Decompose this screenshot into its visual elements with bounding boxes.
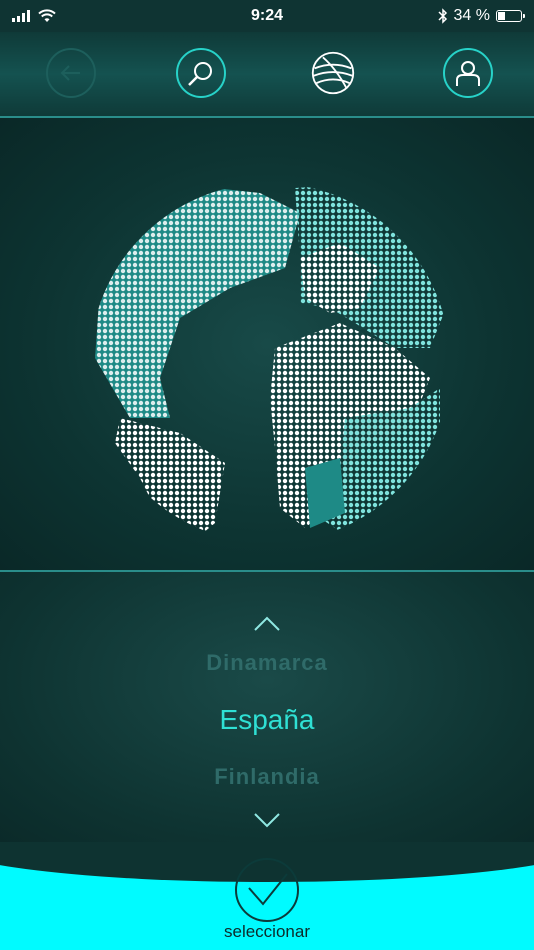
wifi-icon: [38, 9, 56, 22]
search-icon: [188, 62, 212, 86]
nav-bar: [0, 32, 534, 118]
status-left: [12, 9, 132, 23]
profile-button[interactable]: [443, 48, 493, 98]
checkmark-icon: [248, 873, 288, 906]
battery-icon: [496, 10, 525, 22]
chevron-down-icon[interactable]: [247, 808, 287, 832]
globe-stage: [0, 118, 534, 570]
picker-item-selected[interactable]: España: [0, 704, 534, 736]
status-time: 9:24: [250, 7, 284, 24]
signal-icon: [12, 10, 30, 22]
select-button[interactable]: [235, 858, 299, 922]
back-button[interactable]: [46, 48, 96, 98]
status-bar: 9:24 34 %: [0, 0, 534, 32]
select-label[interactable]: seleccionar: [0, 922, 534, 942]
battery-percentage: 34 %: [453, 7, 490, 24]
back-arrow-icon: [60, 65, 80, 81]
country-picker[interactable]: Dinamarca España Finlandia: [0, 570, 534, 842]
picker-item-previous[interactable]: Dinamarca: [0, 650, 534, 676]
select-footer: seleccionar: [0, 842, 534, 950]
globe-button[interactable]: [308, 48, 358, 98]
status-right: 34 %: [402, 7, 525, 25]
globe-icon: [311, 51, 355, 95]
user-icon: [456, 61, 480, 86]
chevron-up-icon[interactable]: [247, 612, 287, 636]
picker-item-next[interactable]: Finlandia: [0, 764, 534, 790]
bluetooth-icon: [438, 8, 447, 24]
search-button[interactable]: [176, 48, 226, 98]
world-globe[interactable]: [0, 118, 534, 570]
